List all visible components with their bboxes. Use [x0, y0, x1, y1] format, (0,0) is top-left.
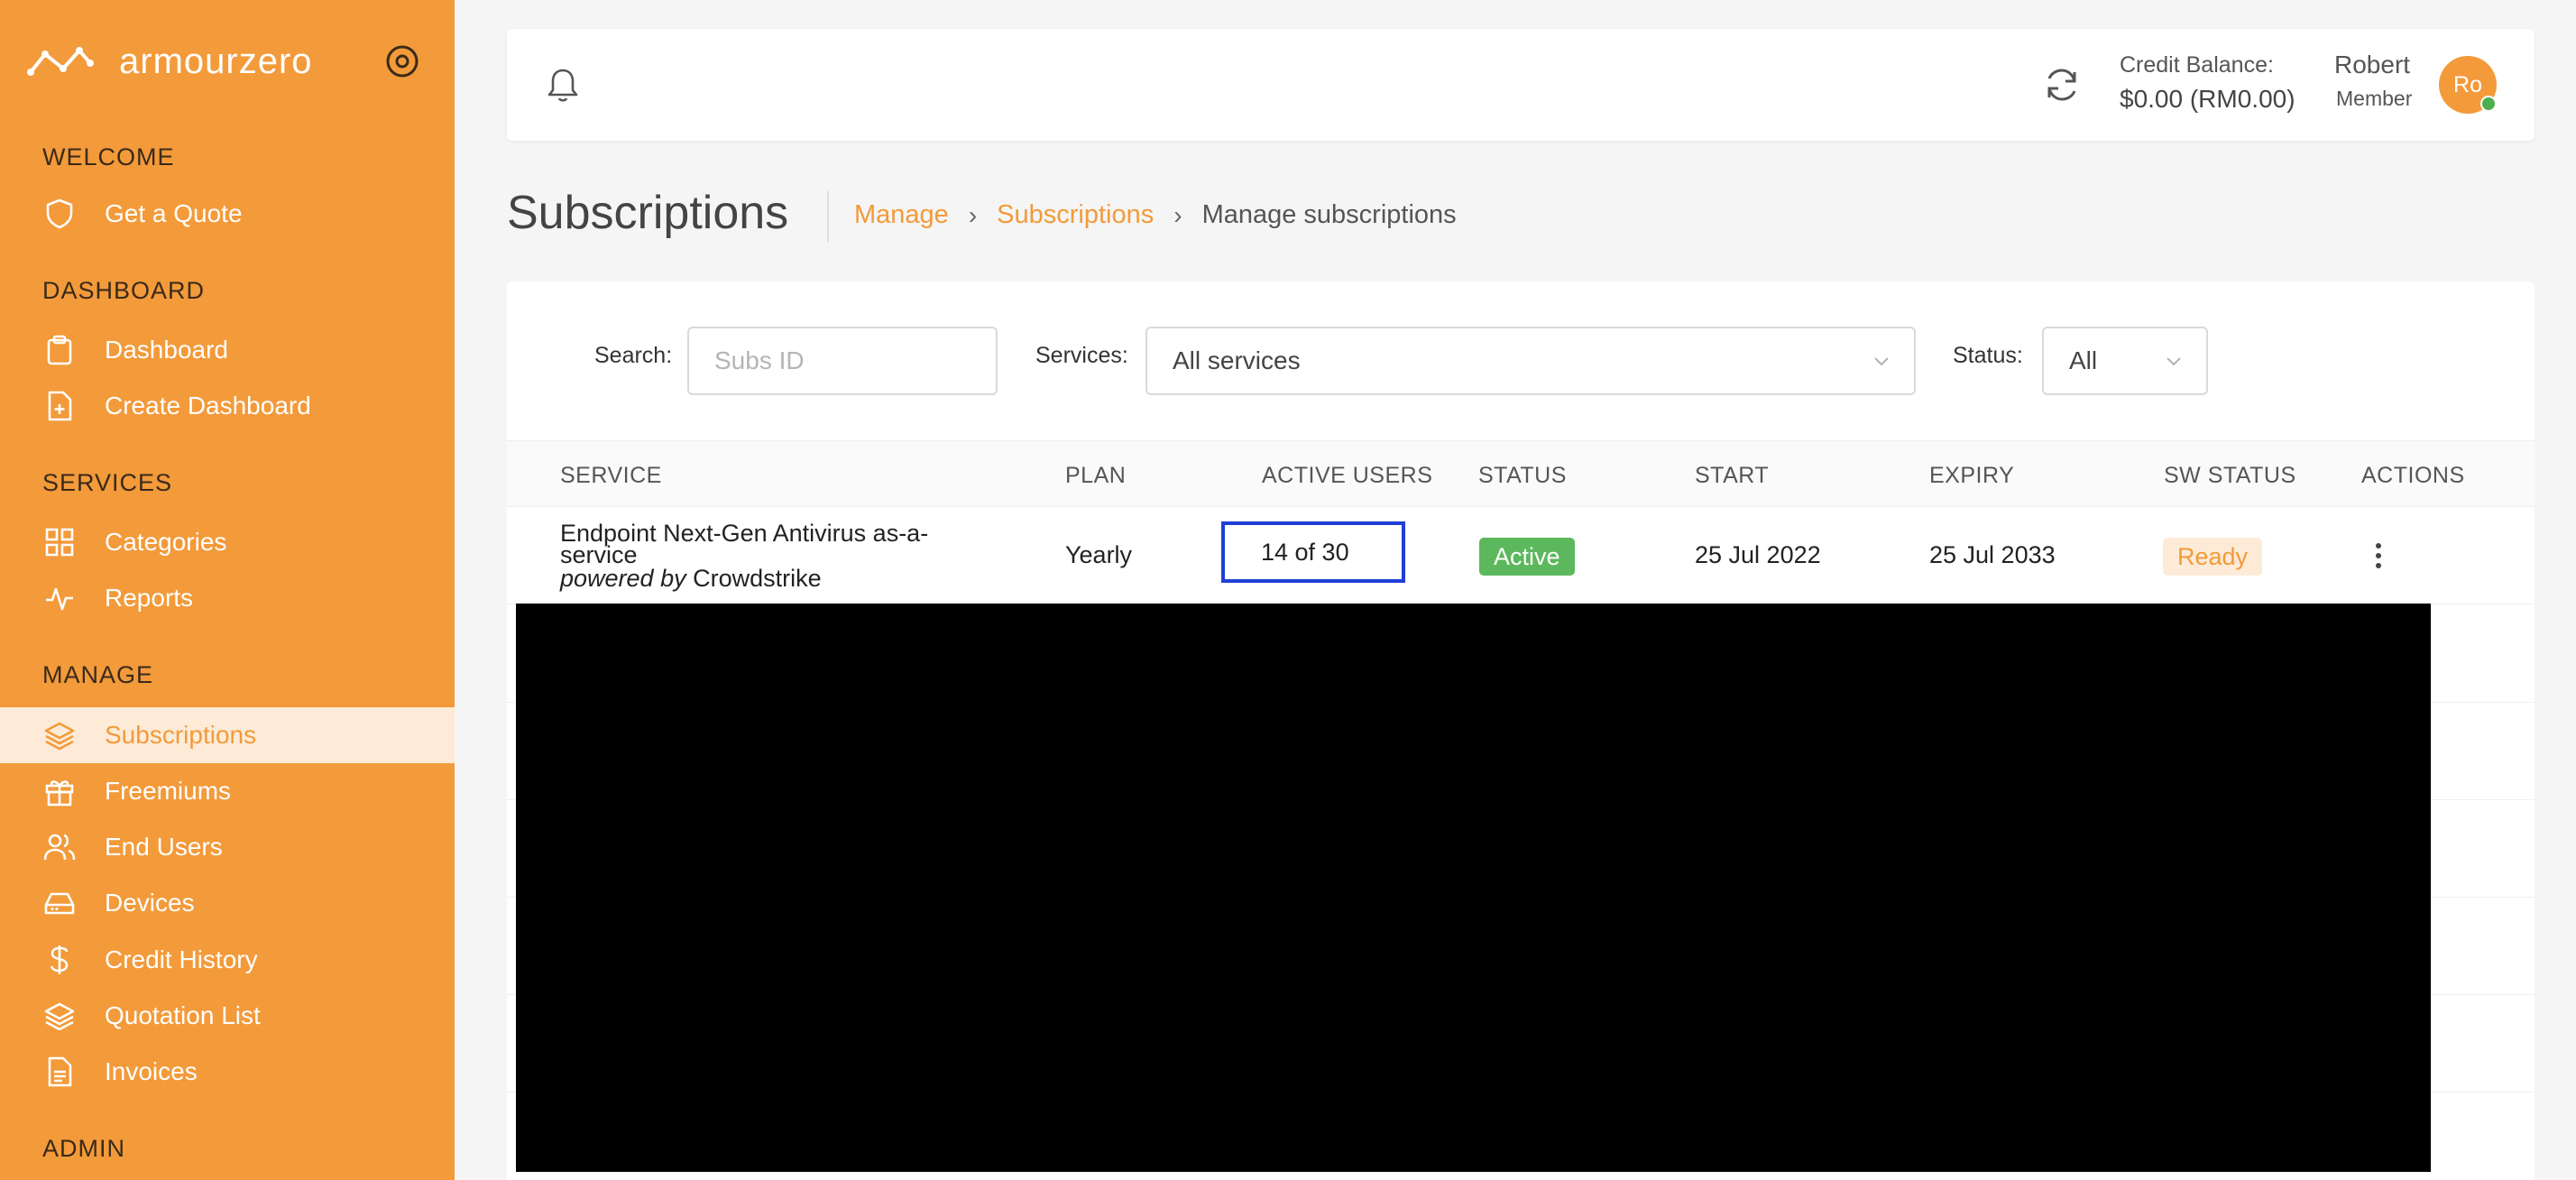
avatar-initials: Ro	[2453, 71, 2482, 97]
title-divider	[827, 191, 829, 242]
breadcrumb-subscriptions[interactable]: Subscriptions	[997, 200, 1154, 230]
service-name-line2: service	[560, 541, 638, 568]
sidebar-item-end-users[interactable]: End Users	[0, 819, 455, 875]
search-placeholder: Subs ID	[714, 346, 805, 374]
table-header: SERVICE PLAN ACTIVE USERS STATUS START E…	[507, 440, 2535, 507]
more-vertical-icon[interactable]	[2374, 541, 2383, 570]
sidebar-item-label: Freemiums	[105, 777, 232, 805]
status-badge: Active	[1479, 538, 1575, 576]
users-icon	[43, 831, 76, 863]
column-header-start[interactable]: START	[1695, 463, 1769, 489]
chevron-right-icon: ›	[968, 200, 978, 229]
chevron-down-icon	[1874, 357, 1889, 366]
services-selected-value: All services	[1173, 346, 1301, 374]
section-title-manage: MANAGE	[42, 661, 154, 688]
column-header-active-users[interactable]: ACTIVE USERS	[1262, 463, 1432, 489]
breadcrumb-manage[interactable]: Manage	[854, 200, 949, 230]
hard-drive-icon	[43, 887, 76, 919]
status-label: Status:	[1953, 343, 2023, 368]
section-title-services: SERVICES	[42, 469, 173, 496]
activity-icon	[43, 582, 76, 614]
breadcrumb-current: Manage subscriptions	[1201, 200, 1457, 229]
sidebar-item-reports[interactable]: Reports	[0, 570, 455, 626]
page-title: Subscriptions	[507, 187, 789, 239]
status-select[interactable]: All	[2042, 327, 2208, 395]
services-select[interactable]: All services	[1145, 327, 1916, 395]
brand-logo-icon	[27, 47, 94, 76]
avatar[interactable]: Ro	[2439, 56, 2497, 114]
sidebar-item-subscriptions[interactable]: Subscriptions	[0, 707, 455, 763]
dollar-icon	[43, 944, 76, 976]
sidebar-item-label: Credit History	[105, 945, 258, 973]
section-title-dashboard: DASHBOARD	[42, 277, 206, 304]
active-users-value: 14 of 30	[1261, 538, 1349, 566]
layers-icon	[43, 719, 76, 751]
chevron-down-icon	[2167, 357, 2181, 366]
gift-icon	[43, 775, 76, 807]
sidebar-item-invoices[interactable]: Invoices	[0, 1044, 455, 1100]
powered-by-prefix: powered by	[560, 565, 686, 592]
sidebar-item-label: Reports	[105, 584, 194, 612]
credit-balance-label: Credit Balance:	[2120, 52, 2274, 78]
layers-icon	[43, 1000, 76, 1032]
brand[interactable]: armourzero	[27, 36, 313, 87]
service-cell: Endpoint Next-Gen Antivirus as-a- servic…	[560, 521, 1011, 592]
sidebar-item-devices[interactable]: Devices	[0, 875, 455, 931]
active-users-cell[interactable]: 14 of 30	[1221, 521, 1405, 583]
column-header-sw-status[interactable]: SW STATUS	[2164, 463, 2296, 489]
sidebar-item-label: Categories	[105, 528, 227, 556]
document-icon	[43, 1056, 76, 1088]
user-name[interactable]: Robert	[2334, 51, 2410, 79]
sidebar-item-label: Invoices	[105, 1057, 198, 1085]
online-status-dot	[2480, 96, 2497, 112]
sidebar-item-freemiums[interactable]: Freemiums	[0, 763, 455, 819]
user-role: Member	[2336, 87, 2413, 110]
search-input[interactable]: Subs ID	[687, 327, 998, 395]
start-date-cell: 25 Jul 2022	[1695, 541, 1821, 568]
section-title-welcome: WELCOME	[42, 143, 175, 171]
sidebar-item-label: Quotation List	[105, 1001, 261, 1029]
sidebar-item-dashboard[interactable]: Dashboard	[0, 322, 455, 378]
sidebar: armourzero WELCOME Get a Quote DASHBOARD…	[0, 0, 455, 1180]
sidebar-item-categories[interactable]: Categories	[0, 514, 455, 570]
column-header-expiry[interactable]: EXPIRY	[1929, 463, 2014, 489]
section-title-admin: ADMIN	[42, 1135, 125, 1162]
column-header-actions: ACTIONS	[2361, 463, 2465, 488]
sw-status-badge: Ready	[2163, 538, 2263, 576]
credit-balance-value: $0.00 (RM0.00)	[2120, 85, 2295, 113]
table-row[interactable]: Endpoint Next-Gen Antivirus as-a- servic…	[507, 507, 2535, 604]
column-header-plan[interactable]: PLAN	[1065, 463, 1126, 489]
redacted-region	[516, 604, 2431, 1172]
chevron-right-icon: ›	[1173, 200, 1182, 229]
expiry-date-cell: 25 Jul 2033	[1929, 541, 2056, 568]
powered-by-vendor: Crowdstrike	[693, 565, 822, 592]
sidebar-item-label: End Users	[105, 833, 223, 861]
sidebar-item-label: Subscriptions	[105, 721, 257, 749]
column-header-status[interactable]: STATUS	[1478, 463, 1567, 489]
sidebar-item-create-dashboard[interactable]: Create Dashboard	[0, 378, 455, 434]
sidebar-item-get-a-quote[interactable]: Get a Quote	[0, 186, 455, 242]
sidebar-item-label: Dashboard	[105, 336, 228, 364]
breadcrumb: Manage › Subscriptions › Manage subscrip…	[854, 200, 1457, 230]
clipboard-icon	[43, 334, 76, 366]
search-label: Search:	[594, 343, 673, 368]
top-bar: Credit Balance: $0.00 (RM0.00) Robert Me…	[507, 29, 2535, 141]
settings-circle-icon[interactable]	[384, 43, 420, 79]
column-header-service[interactable]: SERVICE	[560, 463, 662, 489]
bell-icon[interactable]	[543, 65, 583, 105]
sidebar-item-label: Devices	[105, 889, 195, 917]
service-powered-by: powered by Crowdstrike	[560, 566, 1011, 591]
sidebar-item-label: Create Dashboard	[105, 392, 311, 419]
shield-icon	[43, 198, 76, 230]
sidebar-item-quotation-list[interactable]: Quotation List	[0, 988, 455, 1044]
refresh-icon[interactable]	[2040, 63, 2084, 106]
file-plus-icon	[43, 390, 76, 422]
sidebar-item-label: Get a Quote	[105, 199, 243, 227]
status-selected-value: All	[2069, 346, 2098, 374]
brand-name: armourzero	[119, 41, 313, 81]
plan-cell: Yearly	[1065, 541, 1133, 568]
grid-icon	[43, 526, 76, 558]
sidebar-item-credit-history[interactable]: Credit History	[0, 932, 455, 988]
services-label: Services:	[1035, 343, 1128, 368]
